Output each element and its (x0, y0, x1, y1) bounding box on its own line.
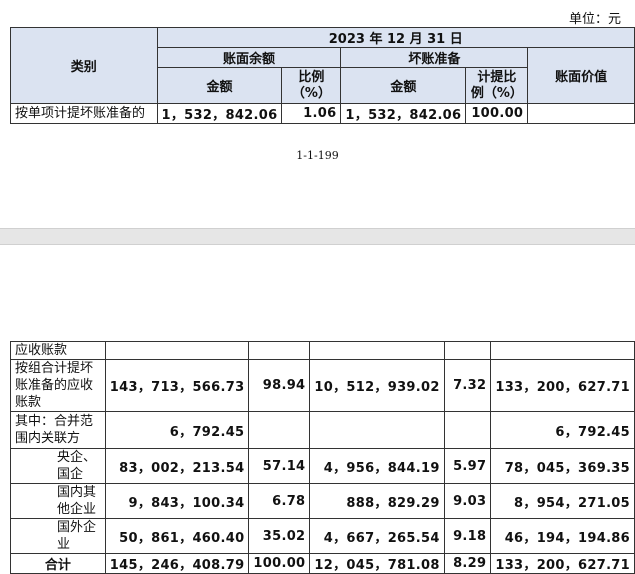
ratio-cell: 1.06 (281, 103, 342, 124)
bad-debt-cell: 1，532，842.06 (340, 103, 467, 124)
amount-cell: 50，861，460.40 (104, 518, 250, 554)
book-value-cell: 6，792.45 (490, 411, 635, 449)
receivables-table-top: 类别 2023 年 12 月 31 日 账面余额 坏账准备 账面价值 金额 比例… (10, 27, 635, 124)
provision-ratio-cell: 100.00 (465, 103, 529, 124)
amount-cell: 83，002，213.54 (104, 448, 250, 484)
row-label: 国外企业 (10, 518, 106, 554)
book-value-cell: 46，194，194.86 (490, 518, 635, 554)
table-row: 国内其他企业 9，843，100.34 6.78 888，829.29 9.03… (10, 483, 635, 519)
amount-header: 金额 (156, 67, 283, 104)
total-bad-debt: 12，045，781.08 (309, 553, 445, 574)
book-value-cell: 8，954，271.05 (490, 483, 635, 519)
book-value-cell (527, 103, 635, 124)
total-amount: 145，246，408.79 (104, 553, 250, 574)
table-row: 央企、国企 83，002，213.54 57.14 4，956，844.19 5… (10, 448, 635, 484)
total-book-value: 133，200，627.71 (490, 553, 635, 574)
bad-debt-header: 坏账准备 (340, 47, 529, 68)
ratio-cell (248, 411, 311, 449)
row-label: 央企、国企 (10, 448, 106, 484)
bad-debt-cell (309, 341, 445, 360)
total-provision-ratio: 8.29 (443, 553, 492, 574)
book-value-header: 账面价值 (527, 47, 635, 104)
ratio-header-line2: （%） (291, 85, 331, 101)
ratio-header-line1: 比例 (298, 69, 325, 85)
bad-debt-cell: 4，956，844.19 (309, 448, 445, 484)
row-label: 其中：合并范围内关联方 (10, 411, 106, 449)
bad-debt-cell: 888，829.29 (309, 483, 445, 519)
provision-ratio-cell (443, 341, 492, 360)
provision-ratio-line1: 计提比 (477, 69, 517, 85)
bad-debt-cell: 10，512，939.02 (309, 359, 445, 412)
book-value-cell: 133，200，627.71 (490, 359, 635, 412)
book-balance-header: 账面余额 (156, 47, 342, 68)
total-ratio: 100.00 (248, 553, 311, 574)
table-row: 国外企业 50，861，460.40 35.02 4，667，265.54 9.… (10, 518, 635, 554)
category-header: 类别 (10, 27, 158, 104)
amount-cell: 1，532，842.06 (156, 103, 283, 124)
provision-ratio-cell: 5.97 (443, 448, 492, 484)
amount-cell (104, 341, 250, 360)
date-header: 2023 年 12 月 31 日 (156, 27, 635, 48)
table-row: 按组合计提坏账准备的应收账款 143，713，566.73 98.94 10，5… (10, 359, 635, 412)
unit-label: 单位：元 (568, 12, 621, 27)
bad-debt-amount-header: 金额 (340, 67, 467, 104)
provision-ratio-cell: 7.32 (443, 359, 492, 412)
bad-debt-cell (309, 411, 445, 449)
ratio-cell: 98.94 (248, 359, 311, 412)
table-row: 应收账款 (10, 341, 635, 360)
provision-ratio-cell: 9.18 (443, 518, 492, 554)
ratio-header: 比例 （%） (281, 67, 342, 104)
amount-cell: 6，792.45 (104, 411, 250, 449)
amount-cell: 9，843，100.34 (104, 483, 250, 519)
ratio-cell: 6.78 (248, 483, 311, 519)
provision-ratio-line2: 例（%） (470, 85, 523, 101)
amount-cell: 143，713，566.73 (104, 359, 250, 412)
ratio-cell: 35.02 (248, 518, 311, 554)
ratio-cell (248, 341, 311, 360)
total-label: 合计 (10, 553, 106, 574)
provision-ratio-cell: 9.03 (443, 483, 492, 519)
table-row: 按单项计提坏账准备的 1，532，842.06 1.06 1，532，842.0… (10, 103, 635, 124)
book-value-cell (490, 341, 635, 360)
book-value-cell: 78，045，369.35 (490, 448, 635, 484)
page-break-separator (0, 228, 635, 245)
row-label: 应收账款 (10, 341, 106, 360)
table-row: 其中：合并范围内关联方 6，792.45 6，792.45 (10, 411, 635, 449)
provision-ratio-cell (443, 411, 492, 449)
row-label: 按组合计提坏账准备的应收账款 (10, 359, 106, 412)
receivables-table-bottom: 应收账款 按组合计提坏账准备的应收账款 143，713，566.73 98.94… (10, 341, 635, 574)
bad-debt-cell: 4，667，265.54 (309, 518, 445, 554)
total-row: 合计 145，246，408.79 100.00 12，045，781.08 8… (10, 553, 635, 574)
row-label: 国内其他企业 (10, 483, 106, 519)
page-number: 1-1-199 (296, 149, 339, 162)
provision-ratio-header: 计提比 例（%） (465, 67, 529, 104)
ratio-cell: 57.14 (248, 448, 311, 484)
row-label: 按单项计提坏账准备的 (10, 103, 158, 124)
